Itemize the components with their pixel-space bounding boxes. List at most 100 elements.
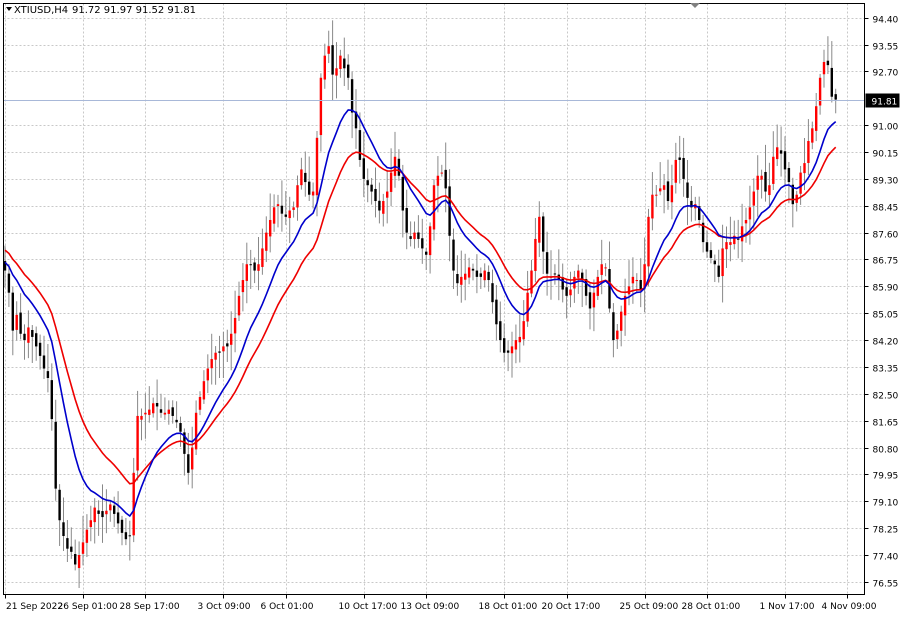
y-tick-label: 77.40	[873, 553, 899, 563]
candle-body	[347, 64, 350, 78]
y-tick-label: 84.20	[873, 338, 899, 348]
y-tick-label: 80.80	[873, 446, 899, 456]
candle-body	[503, 338, 506, 353]
x-tick-label: 6 Oct 01:00	[261, 602, 314, 612]
candle-body	[101, 511, 104, 518]
candle-body	[120, 519, 124, 533]
candle-body	[335, 68, 338, 76]
candle-body	[569, 289, 572, 296]
candle-body	[38, 342, 42, 356]
candle-body	[737, 238, 740, 240]
candle-body	[401, 176, 404, 211]
candle-body	[276, 204, 280, 207]
y-tick-label: 79.10	[873, 499, 899, 509]
candle-body	[11, 292, 14, 331]
candle-body	[425, 251, 428, 255]
candle-body	[97, 510, 100, 514]
candle-body	[163, 412, 167, 415]
candle-body	[776, 147, 779, 160]
candle-body	[448, 186, 451, 236]
y-tick-label: 89.30	[873, 177, 899, 187]
candle-body	[475, 270, 479, 277]
candle-body	[460, 276, 463, 285]
candle-body	[253, 262, 256, 271]
candle-body	[323, 55, 326, 80]
candle-body	[206, 368, 209, 381]
candle-body	[686, 182, 689, 198]
candle-body	[233, 317, 237, 334]
candle-body	[261, 248, 264, 267]
candle-body	[152, 403, 155, 414]
candle-body	[608, 269, 611, 309]
y-tick-label: 83.35	[873, 365, 899, 375]
candle-body	[526, 292, 529, 322]
candle-body	[682, 157, 685, 179]
candle-body	[787, 168, 791, 183]
candle-body	[565, 287, 568, 296]
candle-body	[89, 520, 92, 528]
candle-body	[288, 210, 291, 219]
x-tick-label: 13 Oct 09:00	[401, 602, 460, 612]
candle-body	[339, 55, 342, 69]
candle-body	[62, 522, 65, 537]
candle-body	[187, 454, 190, 473]
candle-body	[19, 312, 22, 334]
candle-body	[651, 194, 654, 219]
y-tick-label: 79.95	[873, 472, 899, 482]
candle-body	[31, 330, 34, 337]
candle-body	[456, 274, 459, 284]
candle-body	[311, 191, 315, 196]
candle-body	[670, 185, 674, 203]
candle-body	[272, 207, 276, 224]
candle-body	[604, 267, 607, 269]
candle-body	[194, 412, 198, 450]
candle-body	[159, 409, 163, 413]
candle-body	[214, 352, 217, 360]
x-tick-label: 1 Nov 17:00	[760, 602, 815, 612]
candle-body	[191, 447, 194, 470]
candle-body	[105, 510, 108, 515]
candle-body	[627, 286, 631, 295]
candle-body	[834, 94, 837, 100]
y-tick-label: 85.05	[873, 311, 899, 321]
candle-body	[109, 504, 112, 511]
candle-body	[822, 61, 826, 75]
candle-body	[830, 67, 833, 97]
candle-body	[23, 333, 26, 341]
candle-body	[818, 77, 822, 106]
candle-body	[772, 156, 775, 184]
candle-body	[113, 505, 116, 514]
candle-body	[807, 140, 810, 163]
chart-window[interactable]: 94.40 93.55 92.70 91.00 90.15 89.30 88.45 87.60…	[0, 0, 904, 616]
price-chart[interactable]: 94.40 93.55 92.70 91.00 90.15 89.30 88.45 87.60…	[0, 0, 904, 616]
candle-body	[713, 260, 716, 265]
candle-body	[222, 346, 225, 352]
candle-body	[405, 208, 408, 233]
x-tick-label: 3 Oct 09:00	[198, 602, 251, 612]
candle-body	[491, 283, 494, 303]
candle-body	[616, 330, 619, 340]
candle-body	[483, 270, 486, 281]
candle-body	[343, 58, 346, 69]
candle-body	[319, 77, 323, 136]
candle-body	[148, 409, 151, 415]
candle-body	[265, 232, 268, 251]
chart-background	[0, 0, 904, 616]
x-tick-label: 4 Nov 09:00	[822, 602, 877, 612]
candle-body	[826, 60, 830, 66]
y-tick-label: 76.55	[873, 580, 899, 590]
candle-body	[257, 264, 260, 271]
x-tick-label: 21 Sep 2022	[6, 602, 63, 612]
candle-body	[471, 268, 475, 271]
candle-body	[362, 158, 365, 179]
candle-body	[530, 270, 533, 294]
candle-body	[577, 270, 580, 278]
candle-body	[518, 336, 521, 343]
candle-body	[315, 137, 319, 196]
candle-body	[35, 333, 38, 347]
candle-body	[331, 45, 334, 75]
candle-body	[666, 181, 670, 202]
candle-body	[659, 188, 662, 192]
candle-body	[748, 207, 752, 220]
candle-body	[538, 216, 541, 243]
